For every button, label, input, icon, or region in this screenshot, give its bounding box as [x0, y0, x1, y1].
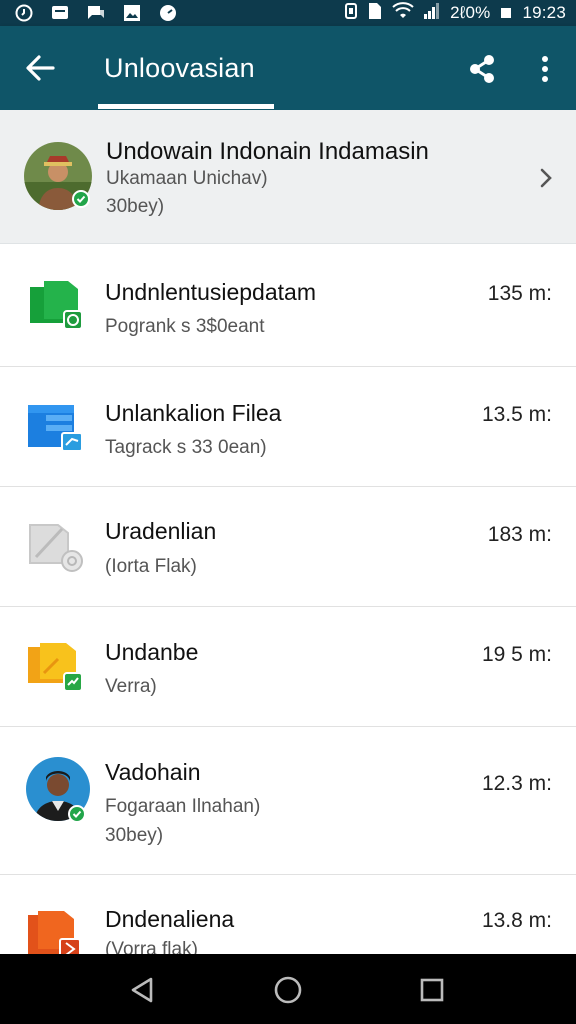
item-subtitle: (Vorra flak) — [105, 939, 198, 954]
green-file-icon — [26, 277, 84, 335]
item-size: 183 m: — [487, 523, 552, 546]
item-title: Uradenlian — [105, 518, 217, 544]
item-subtitle: Fogaraan Ilnahan) — [105, 796, 261, 817]
gray-file-icon — [26, 517, 84, 575]
speedometer-notification-icon — [158, 4, 178, 22]
contact-subtitle: Ukamaan Unichav) — [106, 168, 268, 189]
item-size: 19 5 m: — [481, 643, 552, 666]
message-notification-icon — [50, 4, 70, 22]
item-title: Dndenaliena — [105, 906, 235, 932]
item-size: 13.8 m: — [481, 909, 552, 932]
item-size: 13.5 m: — [481, 403, 552, 426]
item-subtitle: Tagrack s 33 0ean) — [105, 437, 267, 458]
status-bar: 2ℓ0% 19:23 — [0, 0, 576, 26]
triangle-back-icon — [131, 977, 153, 1003]
clock-time: 19:23 — [522, 3, 566, 22]
contact-header[interactable]: Undowain Indonain Indamasin Ukamaan Unic… — [0, 110, 576, 318]
contact-name: Undowain Indonain Indamasin — [106, 138, 429, 165]
square-recents-icon — [420, 978, 444, 1002]
back-button[interactable] — [20, 50, 60, 86]
blue-file-icon — [26, 399, 84, 457]
verified-check-icon — [68, 805, 86, 823]
battery-percent: 2ℓ0% — [450, 3, 491, 22]
yellow-file-icon — [26, 637, 84, 695]
item-detail: 30bey) — [105, 825, 164, 846]
item-size: 135 m: — [487, 282, 552, 305]
orange-file-icon — [26, 907, 84, 954]
share-icon — [470, 55, 494, 83]
signal-icon — [424, 2, 440, 25]
circle-home-icon — [274, 976, 302, 1004]
battery-icon — [500, 3, 512, 24]
image-notification-icon — [122, 4, 142, 22]
item-subtitle: Pogrank s 3$0eant — [105, 316, 265, 337]
arrow-left-icon — [26, 55, 55, 81]
nav-home-button[interactable] — [270, 972, 306, 1008]
list-item[interactable]: Dndenaliena (Vorra flak) 13.8 m: — [0, 875, 576, 954]
list-item[interactable]: Undanbe Verra) 19 5 m: — [0, 607, 576, 727]
title-tab-indicator — [98, 104, 274, 109]
item-size: 12.3 m: — [481, 772, 552, 795]
contact-verified-badge — [72, 190, 90, 208]
more-vertical-icon — [542, 56, 548, 82]
list-item[interactable]: Uradenlian (Iorta Flak) 183 m: — [0, 487, 576, 607]
contact-detail: 30bey) — [106, 196, 165, 217]
item-title: Undanbe — [105, 639, 199, 665]
item-title: Vadohain — [105, 759, 201, 785]
chevron-right-icon — [536, 166, 556, 190]
item-subtitle: Verra) — [105, 676, 157, 697]
system-nav-bar — [0, 954, 576, 1024]
list-item[interactable]: Unlankalion Filea Tagrack s 33 0ean) 13.… — [0, 367, 576, 487]
toolbar-title: Unloovasian — [104, 53, 255, 83]
app-toolbar: Unloovasian — [0, 26, 576, 110]
share-button[interactable] — [462, 50, 502, 88]
item-subtitle: (Iorta Flak) — [105, 556, 197, 577]
chat-notification-icon — [86, 4, 106, 22]
nav-recents-button[interactable] — [414, 972, 450, 1008]
list-item[interactable]: Vadohain Fogaraan Ilnahan) 30bey) 12.3 m… — [0, 727, 576, 875]
list-item[interactable]: Undnlentusiepdatam Pogrank s 3$0eant 135… — [0, 244, 576, 367]
nav-back-button[interactable] — [124, 972, 160, 1008]
item-title: Unlankalion Filea — [105, 400, 282, 426]
overflow-menu-button[interactable] — [528, 50, 562, 88]
item-title: Undnlentusiepdatam — [105, 279, 316, 305]
wifi-icon — [392, 1, 414, 25]
alarm-icon — [344, 2, 358, 25]
clock-notification-icon — [14, 4, 34, 22]
sim-icon — [368, 2, 382, 25]
